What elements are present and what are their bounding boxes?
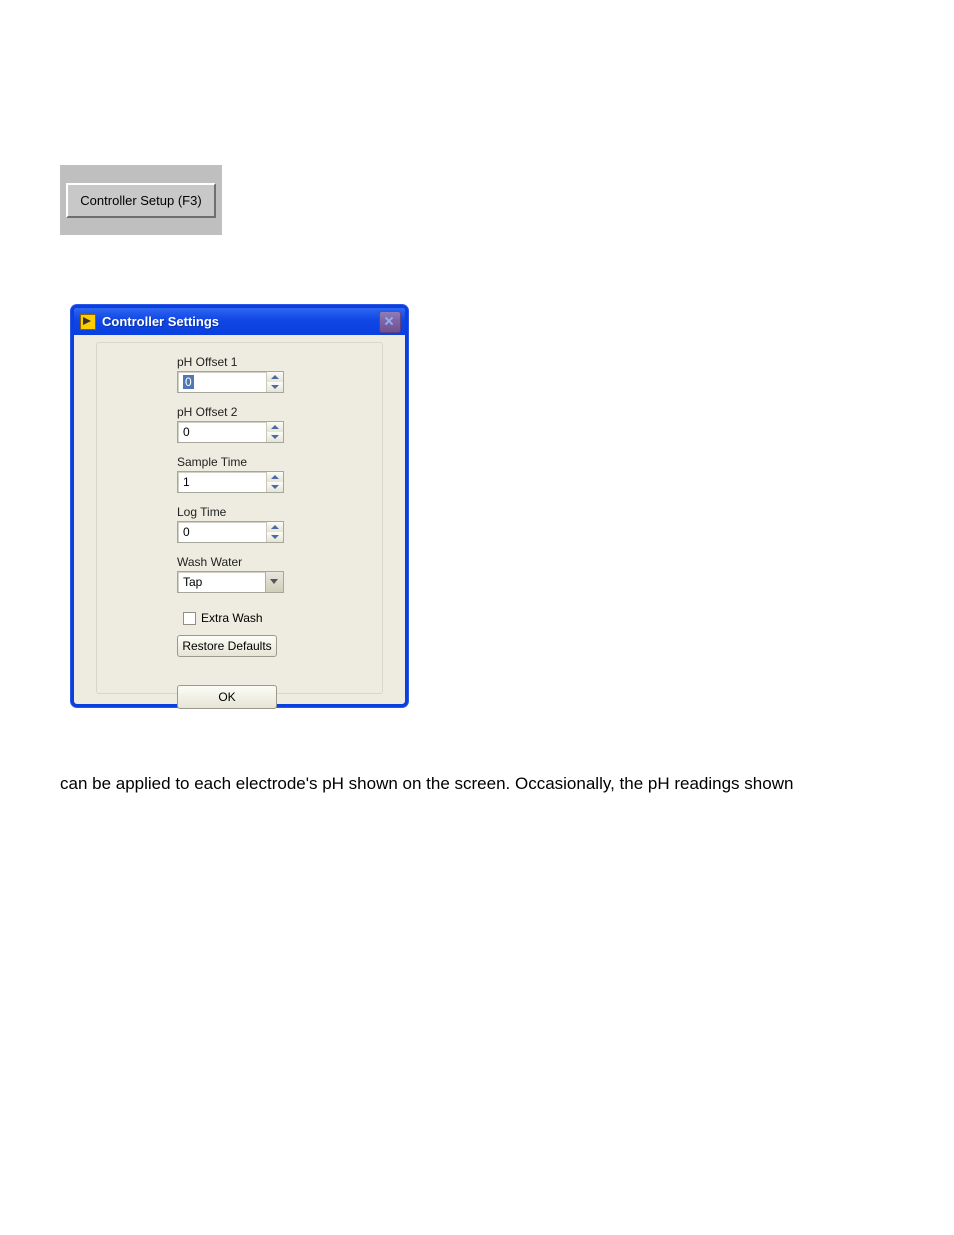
sample-time-label: Sample Time [177, 455, 347, 469]
sample-time-spinner[interactable] [266, 472, 283, 492]
extra-wash-checkbox[interactable] [183, 612, 196, 625]
restore-defaults-label: Restore Defaults [182, 639, 271, 653]
settings-form: pH Offset 1 0 pH Offset 2 0 Sa [177, 355, 347, 709]
ph-offset-1-spinner[interactable] [266, 372, 283, 392]
spinner-up-icon[interactable] [267, 522, 283, 532]
log-time-label: Log Time [177, 505, 347, 519]
wash-water-dropdown[interactable]: Tap [177, 571, 284, 593]
sample-time-value: 1 [183, 475, 190, 489]
spinner-up-icon[interactable] [267, 372, 283, 382]
controller-setup-button-label: Controller Setup (F3) [80, 193, 201, 208]
dialog-title: Controller Settings [102, 314, 379, 329]
spinner-up-icon[interactable] [267, 422, 283, 432]
ok-label: OK [218, 690, 235, 704]
dialog-body: pH Offset 1 0 pH Offset 2 0 Sa [96, 342, 383, 694]
ph-offset-2-input[interactable]: 0 [177, 421, 284, 443]
page: Controller Setup (F3) Controller Setting… [0, 0, 954, 1235]
controller-settings-dialog: Controller Settings pH Offset 1 0 pH Off… [71, 305, 408, 707]
ph-offset-2-label: pH Offset 2 [177, 405, 347, 419]
restore-defaults-button[interactable]: Restore Defaults [177, 635, 277, 657]
extra-wash-row[interactable]: Extra Wash [183, 611, 347, 625]
log-time-value: 0 [183, 525, 190, 539]
ok-button[interactable]: OK [177, 685, 277, 709]
wash-water-label: Wash Water [177, 555, 347, 569]
ph-offset-1-input[interactable]: 0 [177, 371, 284, 393]
body-paragraph: can be applied to each electrode's pH sh… [60, 770, 900, 798]
chevron-down-icon[interactable] [265, 572, 283, 592]
controller-setup-button[interactable]: Controller Setup (F3) [66, 183, 216, 218]
app-icon [80, 314, 96, 330]
log-time-spinner[interactable] [266, 522, 283, 542]
ph-offset-1-value: 0 [183, 375, 194, 389]
sample-time-input[interactable]: 1 [177, 471, 284, 493]
extra-wash-label: Extra Wash [201, 611, 263, 625]
ph-offset-2-value: 0 [183, 425, 190, 439]
wash-water-value: Tap [183, 575, 202, 589]
titlebar[interactable]: Controller Settings [74, 308, 405, 335]
spinner-down-icon[interactable] [267, 532, 283, 542]
ph-offset-1-label: pH Offset 1 [177, 355, 347, 369]
spinner-down-icon[interactable] [267, 482, 283, 492]
ph-offset-2-spinner[interactable] [266, 422, 283, 442]
controller-setup-button-frame: Controller Setup (F3) [60, 165, 222, 235]
spinner-down-icon[interactable] [267, 432, 283, 442]
log-time-input[interactable]: 0 [177, 521, 284, 543]
close-icon[interactable] [379, 311, 401, 333]
spinner-up-icon[interactable] [267, 472, 283, 482]
spinner-down-icon[interactable] [267, 382, 283, 392]
